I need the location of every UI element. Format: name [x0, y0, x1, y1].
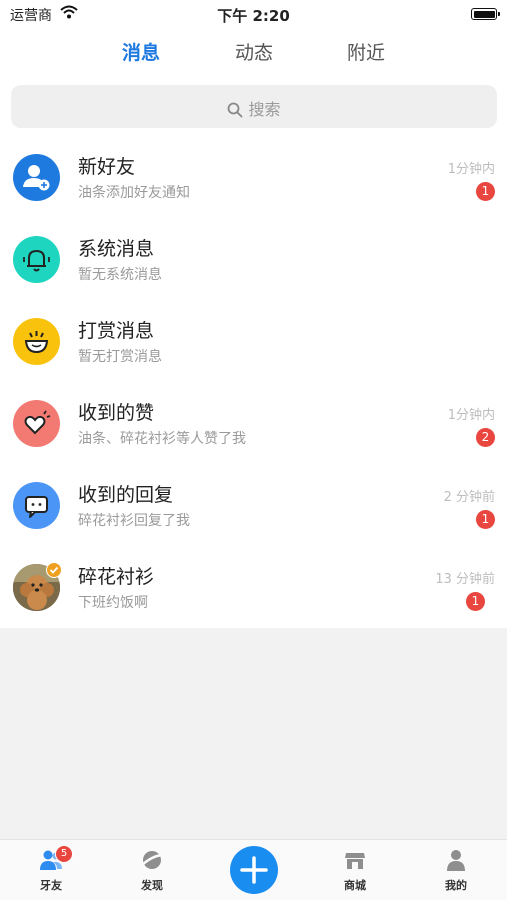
message-row-chat[interactable]: 碎花衬衫 下班约饭啊 13 分钟前 1	[0, 558, 507, 640]
tabbar-label: 商城	[344, 879, 366, 892]
search-icon	[227, 100, 248, 119]
row-title: 收到的回复	[78, 484, 174, 506]
add-post-button[interactable]	[230, 846, 278, 894]
tabbar-label: 发现	[141, 879, 163, 892]
verified-icon	[46, 562, 62, 578]
tabbar-item-discover[interactable]: 发现	[112, 840, 192, 900]
shop-icon	[343, 848, 367, 872]
message-row-new-friends[interactable]: 新好友 油条添加好友通知 1分钟内 1	[0, 148, 507, 230]
plus-icon	[240, 856, 268, 884]
tabbar-item-friends[interactable]: 5 牙友	[11, 840, 91, 900]
row-subtitle: 油条、碎花衬衫等人赞了我	[78, 431, 246, 447]
unread-badge: 1	[476, 510, 495, 529]
tab-messages[interactable]: 消息	[101, 38, 181, 65]
bottom-tabbar: 5 牙友 发现 商城 我的	[0, 839, 507, 900]
tab-nearby[interactable]: 附近	[326, 38, 406, 65]
row-title: 碎花衬衫	[78, 566, 155, 588]
tab-moments[interactable]: 动态	[214, 38, 294, 65]
tabbar-badge: 5	[55, 845, 73, 863]
planet-icon	[140, 848, 164, 872]
unread-badge: 1	[476, 182, 495, 201]
reward-bowl-icon	[13, 318, 60, 365]
row-title: 新好友	[78, 156, 136, 178]
search-placeholder: 搜索	[248, 100, 281, 119]
unread-badge: 2	[476, 428, 495, 447]
row-time: 1分钟内	[447, 162, 495, 177]
message-list: 新好友 油条添加好友通知 1分钟内 1 系统消息 暂无系统消息 打赏消息 暂无打…	[0, 148, 507, 628]
row-time: 1分钟内	[447, 408, 495, 423]
top-tabs: 消息 动态 附近	[0, 38, 507, 68]
tabbar-item-me[interactable]: 我的	[416, 840, 496, 900]
chat-bubble-icon	[13, 482, 60, 529]
search-bar[interactable]: 搜索	[11, 85, 497, 128]
battery-icon	[471, 8, 500, 20]
tabbar-label: 我的	[445, 879, 467, 892]
unread-badge: 1	[466, 592, 485, 611]
header: 消息 动态 附近 搜索	[0, 28, 507, 148]
dog-avatar	[13, 562, 62, 611]
heart-icon	[13, 400, 60, 447]
status-time: 下午 2:20	[217, 7, 290, 25]
message-row-system[interactable]: 系统消息 暂无系统消息	[0, 230, 507, 312]
message-row-likes[interactable]: 收到的赞 油条、碎花衬衫等人赞了我 1分钟内 2	[0, 394, 507, 476]
row-subtitle: 暂无系统消息	[78, 267, 162, 283]
add-user-icon	[13, 154, 60, 201]
row-time: 2 分钟前	[443, 490, 495, 505]
row-title: 收到的赞	[78, 402, 155, 424]
message-row-reward[interactable]: 打赏消息 暂无打赏消息	[0, 312, 507, 394]
message-row-replies[interactable]: 收到的回复 碎花衬衫回复了我 2 分钟前 1	[0, 476, 507, 558]
row-subtitle: 下班约饭啊	[78, 595, 148, 611]
status-bar: 运营商 下午 2:20	[0, 0, 507, 28]
tabbar-label: 牙友	[40, 879, 62, 892]
profile-icon	[444, 848, 468, 872]
row-title: 打赏消息	[78, 320, 155, 342]
search-inner: 搜索	[11, 96, 497, 120]
row-subtitle: 暂无打赏消息	[78, 349, 162, 365]
tabbar-item-shop[interactable]: 商城	[315, 840, 395, 900]
row-title: 系统消息	[78, 238, 155, 260]
bell-icon	[13, 236, 60, 283]
row-subtitle: 碎花衬衫回复了我	[78, 513, 190, 529]
row-subtitle: 油条添加好友通知	[78, 185, 190, 201]
row-time: 13 分钟前	[435, 572, 495, 587]
